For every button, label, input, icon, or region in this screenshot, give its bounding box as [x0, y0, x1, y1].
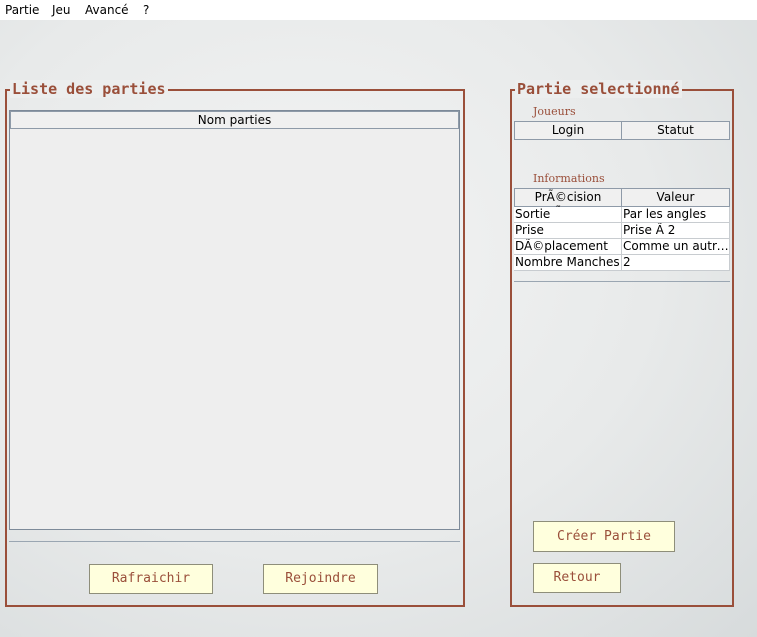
players-col-login[interactable]: Login — [514, 121, 622, 140]
info-cell-value[interactable]: Comme un autre ... — [622, 239, 730, 255]
info-cell-rule[interactable]: Sortie — [514, 207, 622, 223]
menu-partie[interactable]: Partie — [5, 3, 39, 17]
players-col-status[interactable]: Statut — [621, 121, 730, 140]
refresh-button[interactable]: Rafraichir — [89, 564, 213, 594]
info-cell-value[interactable]: Prise Ã 2 — [622, 223, 730, 239]
create-game-button[interactable]: Créer Partie — [533, 521, 675, 552]
info-cell-rule[interactable]: Nombre Manches — [514, 255, 622, 271]
info-cell-value[interactable]: Par les angles — [622, 207, 730, 223]
menu-help[interactable]: ? — [143, 3, 149, 17]
divider — [9, 541, 460, 542]
players-title: Joueurs — [533, 105, 576, 118]
info-title: Informations — [533, 172, 605, 185]
back-button[interactable]: Retour — [533, 563, 621, 593]
join-button[interactable]: Rejoindre — [263, 564, 378, 594]
menu-jeu[interactable]: Jeu — [52, 3, 71, 17]
info-col-rule[interactable]: PrÃ©cision rÃ¨gle — [514, 188, 622, 220]
info-divider — [514, 281, 730, 282]
info-cell-value[interactable]: 2 — [622, 255, 730, 271]
menu-avance[interactable]: Avancé — [85, 3, 129, 17]
info-col-value[interactable]: Valeur — [621, 188, 730, 207]
games-table-header[interactable]: Nom parties — [10, 111, 459, 129]
selected-game-title: Partie selectionné — [515, 80, 682, 98]
info-cell-rule[interactable]: DÃ©placement — [514, 239, 622, 255]
games-table[interactable]: Nom parties — [9, 110, 460, 530]
games-list-title: Liste des parties — [10, 80, 168, 98]
info-cell-rule[interactable]: Prise — [514, 223, 622, 239]
menu-bar: Partie Jeu Avancé ? — [0, 0, 757, 20]
